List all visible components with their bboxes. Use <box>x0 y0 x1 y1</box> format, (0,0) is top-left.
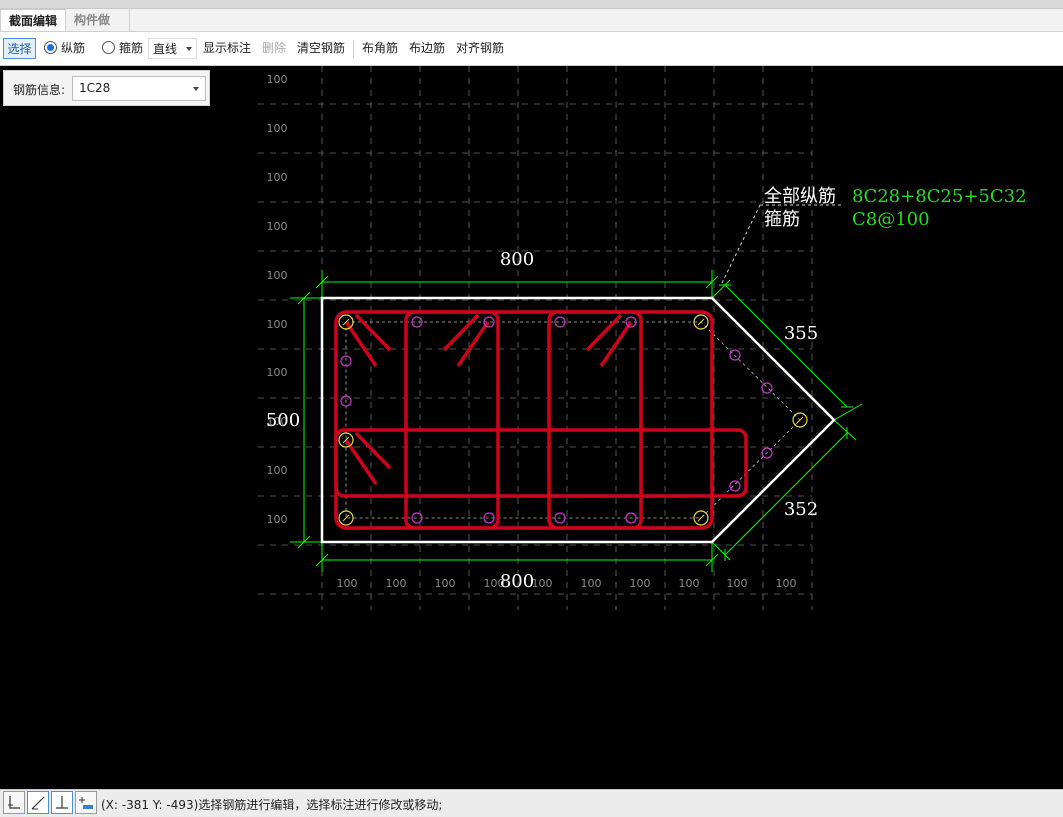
annotation-longitudinal-value[interactable]: 8C28+8C25+5C32 <box>852 186 1027 207</box>
dim-lower-right-label[interactable]: 352 <box>784 499 818 520</box>
longitudinal-radio[interactable]: 纵筋 <box>44 38 85 59</box>
longitudinal-label: 纵筋 <box>61 41 86 55</box>
annotation-stirrup-label[interactable]: 箍筋 <box>764 209 800 230</box>
grid-label: 100 <box>267 318 288 331</box>
dim-bottom-label[interactable]: 800 <box>500 571 534 592</box>
radio-checked-icon <box>44 41 57 54</box>
tab-component-method[interactable]: 构件做法 <box>66 9 130 49</box>
annotation-stirrup-value[interactable]: C8@100 <box>852 209 930 230</box>
grid-label: 100 <box>267 171 288 184</box>
dim-left-label[interactable]: 500 <box>266 410 300 431</box>
toolbar: 选择 纵筋 箍筋 直线 显示标注 删除 清空钢筋 布角筋 布边筋 对齐钢筋 <box>0 32 1063 66</box>
grid-label: 100 <box>267 122 288 135</box>
tab-section-edit[interactable]: 截面编辑 <box>0 9 66 31</box>
grid-labels: 100 100 100 100 100 100 100 100 100 100 100 100 100 1… <box>267 73 797 590</box>
grid-label: 100 <box>267 220 288 233</box>
horizontal-stirrup[interactable] <box>334 428 748 498</box>
grid-label: 100 <box>630 577 651 590</box>
polar-icon[interactable] <box>27 791 49 814</box>
corner-bar-mark <box>697 318 705 326</box>
edge-rebar-button[interactable]: 布边筋 <box>409 38 445 59</box>
annotation-longitudinal-label[interactable]: 全部纵筋 <box>764 186 836 207</box>
show-annotation-button[interactable]: 显示标注 <box>203 38 251 59</box>
align-rebar-button[interactable]: 对齐钢筋 <box>456 38 504 59</box>
corner-rebar-button[interactable]: 布角筋 <box>362 38 398 59</box>
grid-label: 100 <box>776 577 797 590</box>
line-mode-value: 直线 <box>153 42 178 56</box>
grid-label: 100 <box>337 577 358 590</box>
edge-bar-icon <box>729 349 741 361</box>
window-top-strip <box>0 0 1063 9</box>
rebar-info-label: 钢筋信息: <box>13 83 66 97</box>
chevron-down-icon <box>186 47 192 51</box>
edge-bar-icon <box>761 382 773 394</box>
line-mode-select[interactable]: 直线 <box>148 38 197 59</box>
grid-label: 100 <box>267 269 288 282</box>
grid-label: 100 <box>727 577 748 590</box>
grid-label: 100 <box>267 366 288 379</box>
stirrup-label: 箍筋 <box>119 41 144 55</box>
ortho-icon[interactable] <box>3 791 25 814</box>
dim-upper-right-line <box>724 284 848 408</box>
corner-bar-mark <box>796 416 804 424</box>
rebar-info-panel: 钢筋信息: 1C28 <box>3 70 210 106</box>
grid-label: 100 <box>532 577 553 590</box>
rebar-points[interactable] <box>338 314 808 526</box>
select-button[interactable]: 选择 <box>3 38 36 59</box>
stirrup-radio[interactable]: 箍筋 <box>102 38 143 59</box>
grid-label: 100 <box>435 577 456 590</box>
annotation-leader <box>721 204 761 284</box>
section-outline[interactable] <box>320 296 836 544</box>
tab-bar: 截面编辑 构件做法 <box>0 9 1063 49</box>
grid-label: 100 <box>267 73 288 86</box>
rebar-info-select[interactable]: 1C28 <box>72 76 206 101</box>
dimension-icon[interactable] <box>75 791 97 814</box>
radio-unchecked-icon <box>102 41 115 54</box>
stirrups[interactable] <box>334 310 748 530</box>
delete-button[interactable]: 删除 <box>262 38 286 59</box>
grid-label: 100 <box>267 464 288 477</box>
grid-label: 100 <box>386 577 407 590</box>
dim-upper-right-label[interactable]: 355 <box>784 323 818 344</box>
grid-label: 100 <box>679 577 700 590</box>
dim-top-label[interactable]: 800 <box>500 249 534 270</box>
chevron-down-icon <box>193 87 199 91</box>
edge-bar-icon <box>729 480 741 492</box>
rebar-info-value: 1C28 <box>79 81 111 95</box>
status-text: (X: -381 Y: -493)选择钢筋进行编辑，选择标注进行修改或移动; <box>101 798 443 812</box>
grid-label: 100 <box>267 513 288 526</box>
dim-upper-right-ext <box>833 403 863 421</box>
clear-rebar-button[interactable]: 清空钢筋 <box>297 38 345 59</box>
toolbar-divider <box>353 40 354 58</box>
dim-upper-right-ext <box>711 279 731 299</box>
grid-label: 100 <box>581 577 602 590</box>
drawing-canvas[interactable]: 100 100 100 100 100 100 100 100 100 100 100 100 100 1… <box>0 66 1063 788</box>
dim-lower-right-ext <box>833 419 857 441</box>
status-bar: (X: -381 Y: -493)选择钢筋进行编辑，选择标注进行修改或移动; <box>0 789 1063 817</box>
perpendicular-icon[interactable] <box>51 791 73 814</box>
corner-bar-mark <box>697 514 705 522</box>
